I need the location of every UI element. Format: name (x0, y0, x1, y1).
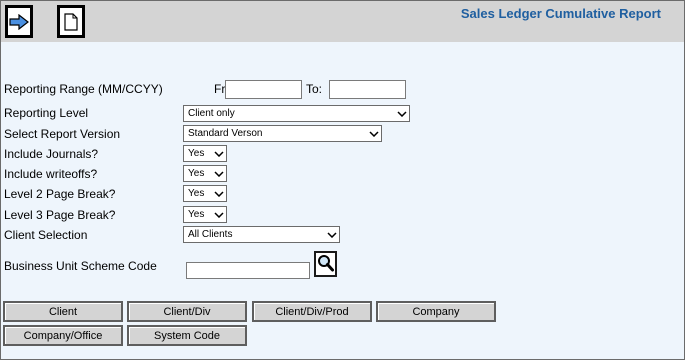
lookup-button[interactable] (314, 251, 337, 277)
reporting-level-value: Client only (188, 108, 235, 119)
system-code-button[interactable]: System Code (127, 325, 247, 346)
company-office-button[interactable]: Company/Office (3, 325, 123, 346)
arrow-right-icon (8, 8, 30, 35)
client-div-prod-button[interactable]: Client/Div/Prod (252, 301, 372, 322)
toolbar: Sales Ledger Cumulative Report (1, 1, 684, 42)
business-unit-label: Business Unit Scheme Code (4, 259, 157, 273)
chevron-down-icon (395, 106, 409, 121)
report-version-value: Standard Verson (188, 128, 263, 139)
chevron-down-icon (367, 126, 381, 141)
reporting-level-label: Reporting Level (4, 106, 89, 120)
include-journals-value: Yes (188, 148, 205, 159)
level2-page-break-select[interactable]: Yes (183, 185, 227, 202)
business-unit-input[interactable] (186, 262, 310, 279)
chevron-down-icon (212, 207, 226, 222)
level3-page-break-select[interactable]: Yes (183, 206, 227, 223)
include-writeoffs-value: Yes (188, 168, 205, 179)
client-selection-value: All Clients (188, 229, 233, 240)
level2-page-break-value: Yes (188, 188, 205, 199)
company-button[interactable]: Company (376, 301, 496, 322)
magnifier-icon (317, 254, 334, 275)
chevron-down-icon (325, 227, 339, 242)
client-button[interactable]: Client (3, 301, 123, 322)
level3-page-break-label: Level 3 Page Break? (4, 208, 116, 222)
document-icon (60, 8, 82, 35)
include-writeoffs-label: Include writeoffs? (4, 167, 98, 181)
new-document-button[interactable] (57, 5, 85, 38)
to-date-input[interactable] (329, 80, 406, 99)
report-version-label: Select Report Version (4, 127, 121, 141)
client-div-button[interactable]: Client/Div (127, 301, 247, 322)
include-journals-label: Include Journals? (4, 147, 99, 161)
report-version-select[interactable]: Standard Verson (183, 125, 382, 142)
to-label: To: (306, 82, 323, 96)
page-title: Sales Ledger Cumulative Report (460, 6, 661, 21)
chevron-down-icon (212, 166, 226, 181)
run-report-button[interactable] (5, 5, 33, 38)
from-date-input[interactable] (225, 80, 302, 99)
report-window: Sales Ledger Cumulative Report Reporting… (0, 0, 685, 360)
chevron-down-icon (212, 186, 226, 201)
level2-page-break-label: Level 2 Page Break? (4, 187, 116, 201)
reporting-level-select[interactable]: Client only (183, 105, 410, 122)
include-writeoffs-select[interactable]: Yes (183, 165, 227, 182)
include-journals-select[interactable]: Yes (183, 145, 227, 162)
client-selection-select[interactable]: All Clients (183, 226, 340, 243)
chevron-down-icon (212, 146, 226, 161)
level3-page-break-value: Yes (188, 209, 205, 220)
client-selection-label: Client Selection (4, 228, 88, 242)
reporting-range-label: Reporting Range (MM/CCYY) (4, 82, 163, 96)
